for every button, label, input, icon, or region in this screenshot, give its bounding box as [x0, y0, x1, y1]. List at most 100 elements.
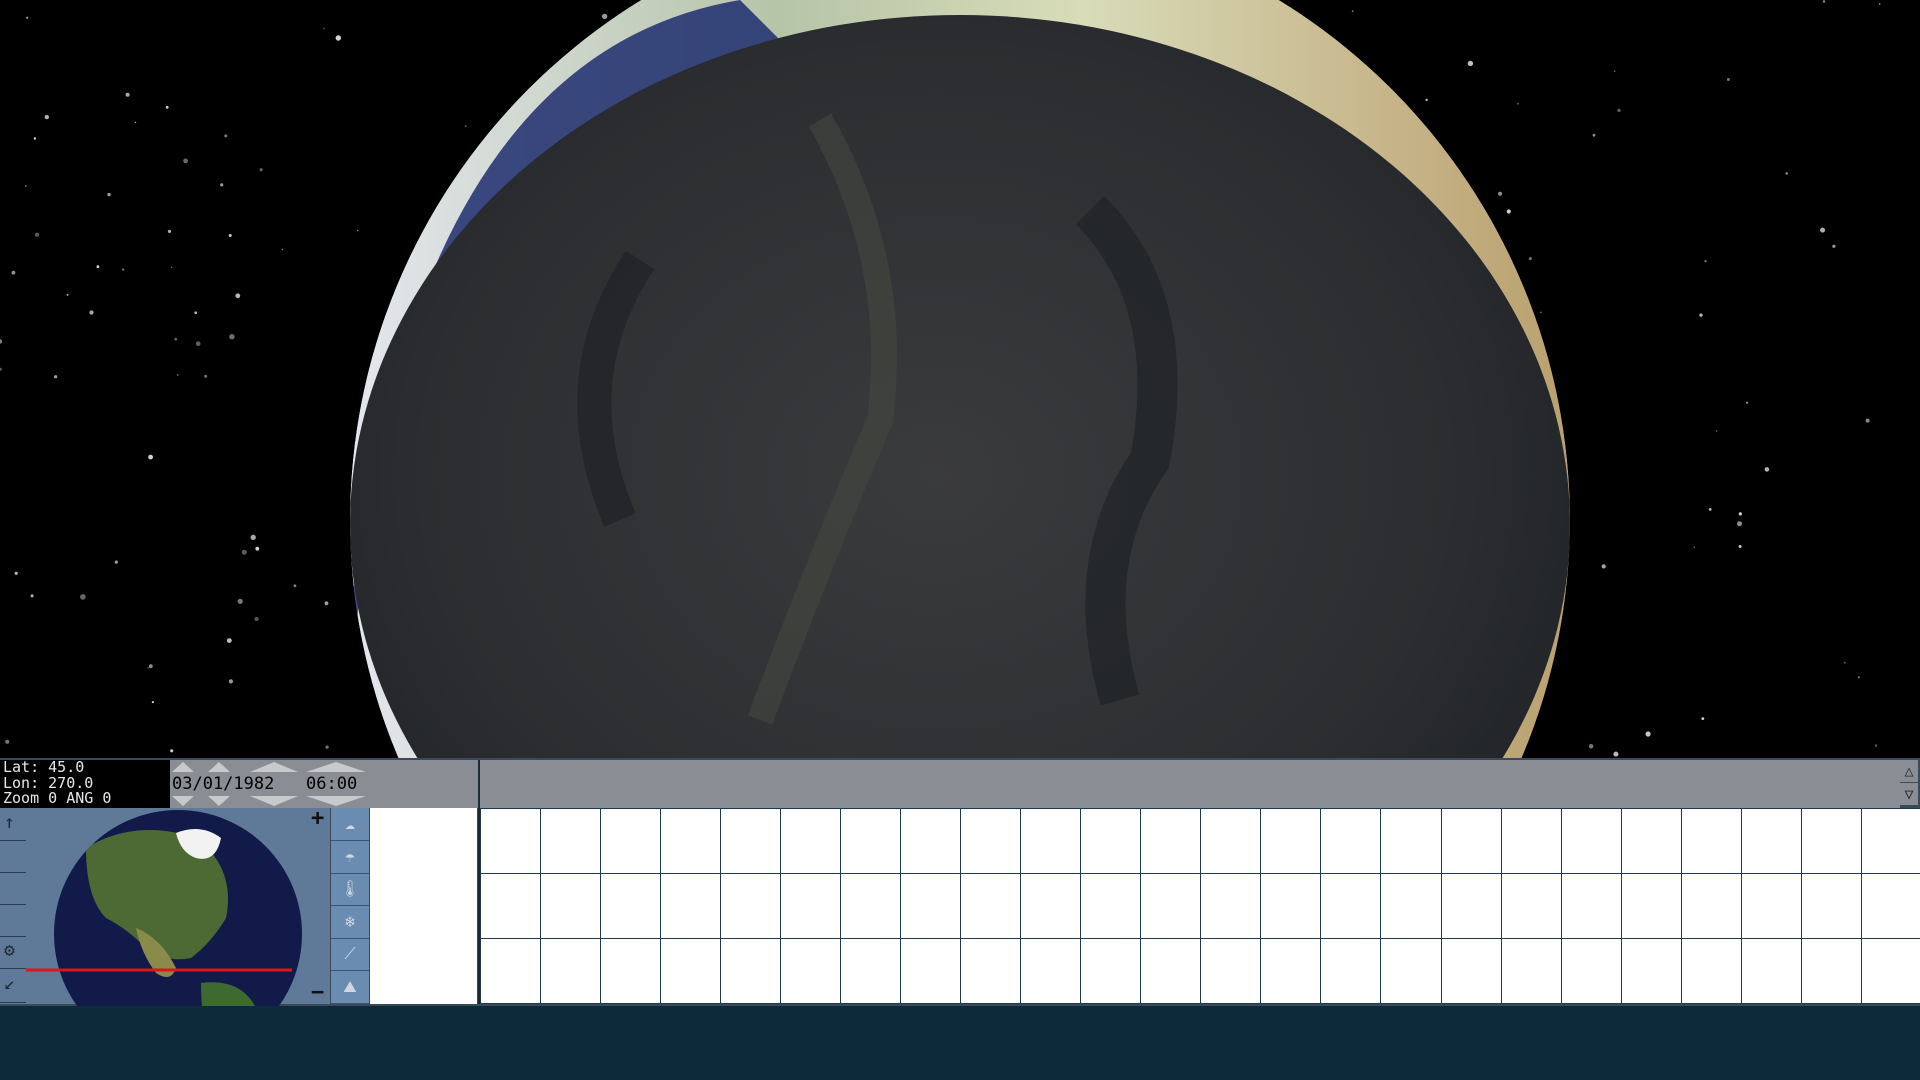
grid-cell[interactable] [840, 938, 902, 1004]
grid-cell[interactable] [1140, 873, 1202, 939]
grid-cell[interactable] [1140, 938, 1202, 1004]
grid-cell[interactable] [1680, 938, 1742, 1004]
grid-cell[interactable] [1620, 873, 1682, 939]
grid-cell[interactable] [720, 808, 782, 874]
date-field[interactable]: 03/01/1982 [172, 774, 274, 794]
grid-cell[interactable] [780, 808, 842, 874]
grid-cell[interactable] [1560, 808, 1622, 874]
grid-cell[interactable] [1200, 808, 1262, 874]
grid-cell[interactable] [540, 873, 602, 939]
grid-cell[interactable] [1800, 873, 1862, 939]
grid-cell[interactable] [1380, 808, 1442, 874]
globe-viewport[interactable] [0, 0, 1920, 758]
grid-cell[interactable] [720, 938, 782, 1004]
grid-cell[interactable] [600, 873, 662, 939]
grid-cell[interactable] [900, 808, 962, 874]
grid-cell[interactable] [1680, 808, 1742, 874]
grid-cell[interactable] [1860, 808, 1920, 874]
nav-up-button[interactable]: ↑ [0, 808, 28, 841]
scroll-down-button[interactable]: ▽ [1900, 783, 1918, 805]
grid-cell[interactable] [1620, 808, 1682, 874]
grid-cell[interactable] [840, 873, 902, 939]
grid-cell[interactable] [1260, 808, 1322, 874]
grid-cell[interactable] [1320, 938, 1382, 1004]
grid-cell[interactable] [660, 873, 722, 939]
time-up-button[interactable] [306, 762, 366, 772]
zoom-in-button[interactable]: + [311, 806, 324, 831]
grid-cell[interactable] [1800, 938, 1862, 1004]
grid-cell[interactable] [540, 938, 602, 1004]
grid-cell[interactable] [660, 938, 722, 1004]
grid-cell[interactable] [479, 808, 542, 874]
grid-cell[interactable] [1500, 873, 1562, 939]
grid-cell[interactable] [1620, 938, 1682, 1004]
grid-cell[interactable] [1320, 873, 1382, 939]
grid-cell[interactable] [1200, 938, 1262, 1004]
grid-cell[interactable] [479, 938, 542, 1004]
grid-cell[interactable] [600, 938, 662, 1004]
grid-cell[interactable] [1140, 808, 1202, 874]
grid-cell[interactable] [660, 808, 722, 874]
grid-cell[interactable] [780, 938, 842, 1004]
grid-cell[interactable] [1020, 873, 1082, 939]
scroll-up-button[interactable]: △ [1900, 760, 1918, 782]
grid-cell[interactable] [1260, 873, 1322, 939]
wind-layer-button[interactable]: ⟋ [331, 938, 369, 972]
grid-cell[interactable] [1740, 938, 1802, 1004]
settings-button[interactable]: ⚙ [0, 936, 28, 969]
thermometer-layer-button[interactable]: 🌡 [331, 873, 369, 907]
grid-cell[interactable] [840, 808, 902, 874]
time-down-button[interactable] [306, 796, 366, 806]
grid-cell[interactable] [960, 938, 1022, 1004]
grid-cell[interactable] [1740, 873, 1802, 939]
grid-cell[interactable] [900, 873, 962, 939]
grid-cell[interactable] [1440, 873, 1502, 939]
grid-cell[interactable] [1200, 873, 1262, 939]
grid-cell[interactable] [780, 873, 842, 939]
day-up-button[interactable] [208, 762, 230, 772]
grid-cell[interactable] [1320, 808, 1382, 874]
grid-cell[interactable] [1800, 808, 1862, 874]
timeline-grid[interactable] [478, 808, 1920, 1004]
grid-cell[interactable] [1380, 873, 1442, 939]
rain-cloud-layer-button[interactable]: ☂ [331, 841, 369, 874]
collapse-button[interactable]: ↙ [0, 968, 28, 1003]
grid-cell[interactable] [960, 873, 1022, 939]
grid-cell[interactable] [1860, 873, 1920, 939]
grid-cell[interactable] [1020, 938, 1082, 1004]
grid-cell[interactable] [900, 938, 962, 1004]
grid-cell[interactable] [1680, 873, 1742, 939]
grid-cell[interactable] [1020, 808, 1082, 874]
grid-cell[interactable] [1740, 808, 1802, 874]
grid-cell[interactable] [1260, 938, 1322, 1004]
terrain-layer-button[interactable]: ⛰ [331, 971, 369, 1004]
cloud-layer-button[interactable]: ☁ [331, 808, 369, 841]
grid-cell[interactable] [1080, 873, 1142, 939]
grid-cell[interactable] [600, 808, 662, 874]
grid-cell[interactable] [1380, 938, 1442, 1004]
grid-cell[interactable] [540, 808, 602, 874]
grid-cell[interactable] [1860, 938, 1920, 1004]
time-field[interactable]: 06:00 [306, 774, 357, 794]
grid-cell[interactable] [1080, 808, 1142, 874]
grid-cell[interactable] [720, 873, 782, 939]
grid-cell[interactable] [1440, 808, 1502, 874]
grid-cell[interactable] [1560, 873, 1622, 939]
year-down-button[interactable] [250, 796, 298, 806]
zoom-out-button[interactable]: − [311, 980, 324, 1005]
month-up-button[interactable] [172, 762, 194, 772]
grid-cell[interactable] [1560, 938, 1622, 1004]
month-down-button[interactable] [172, 796, 194, 806]
grid-cell[interactable] [1500, 808, 1562, 874]
grid-cell[interactable] [479, 873, 542, 939]
grid-cell[interactable] [1080, 938, 1142, 1004]
day-down-button[interactable] [208, 796, 230, 806]
nav-slot[interactable] [0, 904, 28, 937]
grid-cell[interactable] [1500, 938, 1562, 1004]
grid-cell[interactable] [1440, 938, 1502, 1004]
nav-slot[interactable] [0, 872, 28, 905]
year-up-button[interactable] [250, 762, 298, 772]
nav-slot[interactable] [0, 840, 28, 873]
grid-cell[interactable] [960, 808, 1022, 874]
snowflake-layer-button[interactable]: ❄ [331, 906, 369, 939]
